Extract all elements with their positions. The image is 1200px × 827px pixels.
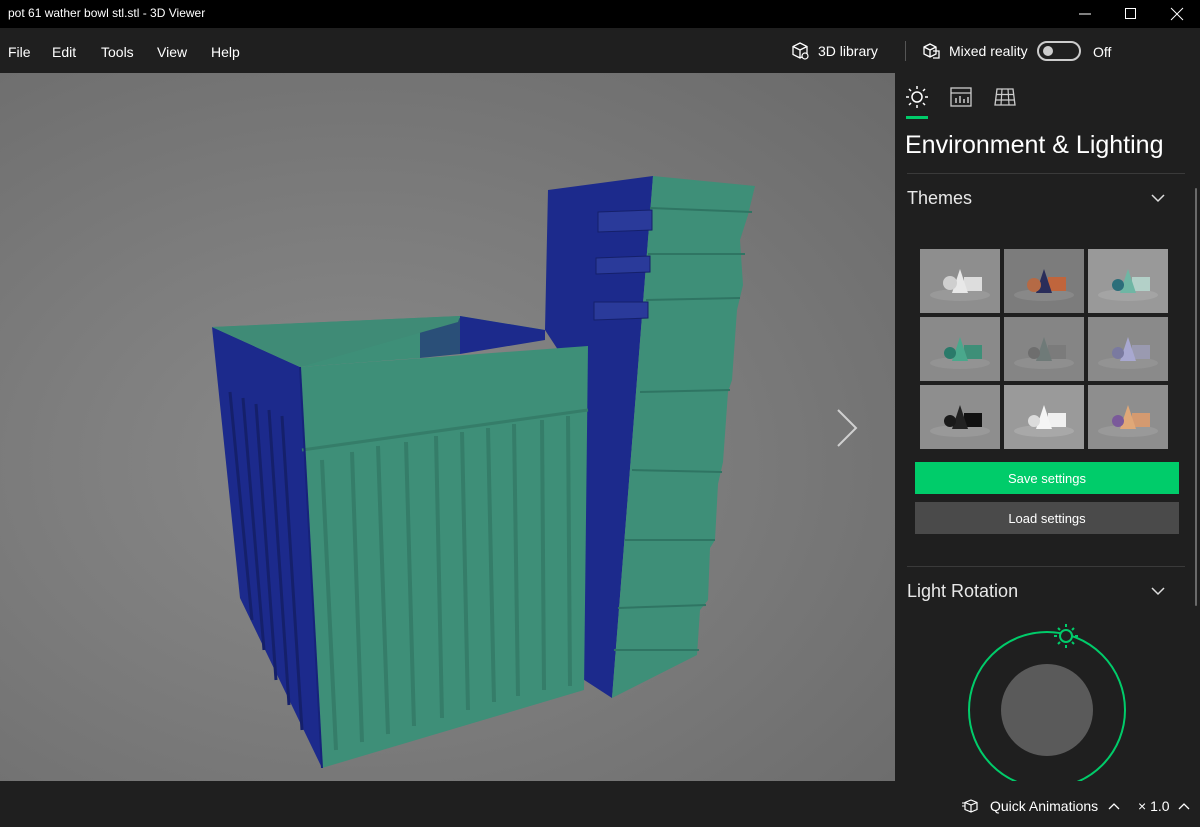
menu-bar: File Edit Tools View Help 3D library Mix… <box>0 28 1200 73</box>
minimize-button[interactable] <box>1062 0 1108 28</box>
speed-button[interactable]: × 1.0 <box>1138 798 1190 814</box>
menu-view[interactable]: View <box>157 44 187 60</box>
menu-tools[interactable]: Tools <box>101 44 134 60</box>
themes-label: Themes <box>907 188 973 208</box>
tab-indicator <box>906 116 928 119</box>
themes-header[interactable]: Themes <box>907 188 1187 209</box>
window-title: pot 61 wather bowl stl.stl - 3D Viewer <box>8 6 206 20</box>
quick-animations-label: Quick Animations <box>990 798 1099 814</box>
3d-library-button[interactable]: 3D library <box>790 40 878 62</box>
theme-black[interactable] <box>920 385 1000 449</box>
menu-file[interactable]: File <box>8 44 31 60</box>
minimize-icon <box>1079 13 1091 15</box>
chevron-down-icon <box>1151 194 1165 203</box>
theme-bright-white[interactable] <box>1004 385 1084 449</box>
menu-help[interactable]: Help <box>211 44 240 60</box>
close-button[interactable] <box>1154 0 1200 28</box>
sun-icon[interactable] <box>905 85 929 109</box>
mixed-reality-state: Off <box>1093 44 1112 60</box>
toggle-knob <box>1043 46 1053 56</box>
chevron-up-icon <box>1178 803 1189 810</box>
panel-divider <box>907 173 1185 174</box>
theme-peach-purple[interactable] <box>1088 385 1168 449</box>
theme-lavender[interactable] <box>1088 317 1168 381</box>
next-arrow-icon[interactable] <box>832 406 862 450</box>
side-panel: Environment & Lighting Themes Save setti… <box>895 73 1200 781</box>
grid-icon[interactable] <box>993 85 1017 109</box>
theme-teal[interactable] <box>920 317 1000 381</box>
panel-scrollbar[interactable] <box>1195 188 1197 606</box>
light-rotation-header[interactable]: Light Rotation <box>907 581 1187 602</box>
toolbar-separator <box>905 41 906 61</box>
light-rotation-dial[interactable] <box>965 623 1135 781</box>
quick-animations-button[interactable]: Quick Animations <box>962 798 1120 814</box>
mixed-reality-label: Mixed reality <box>949 43 1028 59</box>
mixed-reality-icon <box>923 43 940 59</box>
mixed-reality-toggle[interactable] <box>1037 41 1081 61</box>
load-settings-button[interactable]: Load settings <box>915 502 1179 534</box>
3d-library-label: 3D library <box>818 43 878 59</box>
light-rotation-label: Light Rotation <box>907 581 1019 601</box>
animation-icon <box>962 799 978 813</box>
theme-gray[interactable] <box>1004 317 1084 381</box>
cube-icon <box>792 42 809 60</box>
maximize-icon <box>1125 8 1136 19</box>
section-divider <box>907 566 1185 567</box>
3d-viewport[interactable] <box>0 73 895 781</box>
chevron-up-icon <box>1108 803 1120 810</box>
chevron-down-icon <box>1151 587 1165 596</box>
menu-edit[interactable]: Edit <box>52 44 76 60</box>
theme-orange-navy[interactable] <box>1004 249 1084 313</box>
3d-model[interactable] <box>0 73 895 781</box>
title-bar: pot 61 wather bowl stl.stl - 3D Viewer <box>0 0 1200 28</box>
theme-teal-light[interactable] <box>1088 249 1168 313</box>
panel-title: Environment & Lighting <box>905 131 1164 159</box>
theme-white[interactable] <box>920 249 1000 313</box>
maximize-button[interactable] <box>1108 0 1154 28</box>
speed-label: × 1.0 <box>1138 798 1170 814</box>
close-icon <box>1170 7 1184 21</box>
mixed-reality-button[interactable]: Mixed reality <box>921 40 1028 62</box>
save-settings-button[interactable]: Save settings <box>915 462 1179 494</box>
bottom-bar: Quick Animations × 1.0 <box>0 781 1200 827</box>
stats-icon[interactable] <box>949 85 973 109</box>
